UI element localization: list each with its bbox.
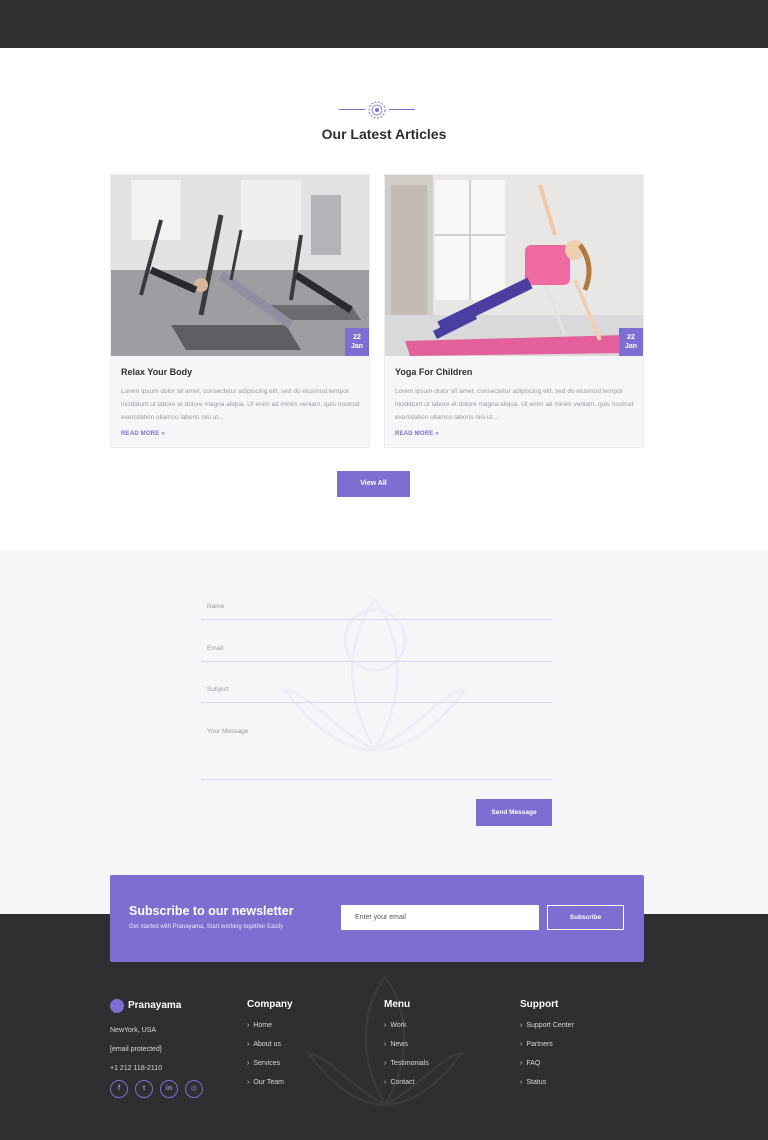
footer-link[interactable]: › About us bbox=[247, 1041, 367, 1060]
chevron-right-icon: › bbox=[520, 1041, 523, 1048]
chevron-right-icon: › bbox=[384, 1022, 387, 1029]
footer-column-title: Menu bbox=[384, 999, 411, 1010]
email-placeholder: Email bbox=[207, 645, 224, 652]
section-title: Our Latest Articles bbox=[321, 126, 447, 142]
article-title[interactable]: Relax Your Body bbox=[121, 367, 192, 377]
footer-column-support: Support › Support Center › Partners › FAQ ›… bbox=[520, 999, 640, 1098]
brand-name: Pranayama bbox=[128, 1000, 182, 1011]
date-day: 22 bbox=[353, 334, 361, 341]
ornament-line-left bbox=[339, 109, 365, 110]
footer-link[interactable]: › Home bbox=[247, 1022, 367, 1041]
linkedin-icon[interactable]: in bbox=[160, 1080, 178, 1098]
article-excerpt: Lorem ipsum dolor sit amet, consectetur … bbox=[395, 388, 634, 421]
send-message-button[interactable]: Send Message bbox=[476, 799, 552, 826]
subject-field[interactable]: Subject bbox=[201, 686, 552, 703]
date-day: 22 bbox=[627, 334, 635, 341]
subscribe-button[interactable]: Subscribe bbox=[547, 905, 624, 930]
footer-column-title: Support bbox=[520, 999, 559, 1010]
chevron-right-icon: › bbox=[247, 1022, 250, 1029]
article-card: 22 Jan Relax Your Body Lorem ipsum dolor… bbox=[110, 174, 370, 448]
chevron-right-icon: › bbox=[247, 1041, 250, 1048]
footer-link[interactable]: › Testimonials bbox=[384, 1060, 504, 1079]
footer-email[interactable]: [email protected] bbox=[110, 1046, 162, 1053]
chevron-right-icon: › bbox=[384, 1060, 387, 1067]
lotus-logo-icon bbox=[110, 999, 124, 1013]
footer-link[interactable]: › Services bbox=[247, 1060, 367, 1079]
date-month: Jan bbox=[350, 343, 364, 350]
chevron-right-icon: › bbox=[520, 1079, 523, 1086]
footer-link[interactable]: › Status bbox=[520, 1079, 640, 1098]
article-excerpt: Lorem ipsum dolor sit amet, consectetur … bbox=[121, 388, 360, 421]
facebook-icon[interactable]: f bbox=[110, 1080, 128, 1098]
footer-link[interactable]: › Work bbox=[384, 1022, 504, 1041]
date-month: Jan bbox=[624, 343, 638, 350]
article-title[interactable]: Yoga For Children bbox=[395, 367, 472, 377]
subject-placeholder: Subject bbox=[207, 686, 229, 693]
heading-ornament bbox=[339, 99, 415, 121]
newsletter-email-input[interactable]: Enter your email bbox=[341, 905, 539, 930]
message-placeholder: Your Message bbox=[207, 728, 249, 735]
name-field[interactable]: Name bbox=[201, 603, 552, 620]
article-card: 22 Jan Yoga For Children Lorem ipsum dol… bbox=[384, 174, 644, 448]
view-all-button[interactable]: View All bbox=[337, 471, 410, 497]
newsletter-banner: Subscribe to our newsletter Get started … bbox=[110, 875, 644, 962]
twitter-icon[interactable]: t bbox=[135, 1080, 153, 1098]
top-navigation-bar bbox=[0, 0, 768, 48]
date-badge: 22 Jan bbox=[345, 328, 369, 356]
chevron-right-icon: › bbox=[520, 1060, 523, 1067]
article-photo-yoga-class[interactable] bbox=[111, 175, 369, 356]
newsletter-subtitle: Get started with Pranayama, Start workin… bbox=[129, 924, 284, 930]
chevron-right-icon: › bbox=[520, 1022, 523, 1029]
footer-link[interactable]: › Our Team bbox=[247, 1079, 367, 1098]
newsletter-title: Subscribe to our newsletter bbox=[129, 904, 294, 918]
footer-column-company: Company › Home › About us › Services › Our T… bbox=[247, 999, 367, 1098]
footer-link[interactable]: › FAQ bbox=[520, 1060, 640, 1079]
chevron-right-icon: › bbox=[384, 1079, 387, 1086]
mandala-icon bbox=[368, 101, 386, 119]
article-photo-child-yoga[interactable] bbox=[385, 175, 643, 356]
chevron-right-icon: › bbox=[247, 1079, 250, 1086]
footer-link[interactable]: › Partners bbox=[520, 1041, 640, 1060]
date-badge: 22 Jan bbox=[619, 328, 643, 356]
read-more-link[interactable]: READ MORE » bbox=[395, 431, 439, 437]
email-field[interactable]: Email bbox=[201, 645, 552, 662]
footer-link[interactable]: › Support Center bbox=[520, 1022, 640, 1041]
footer-column-title: Company bbox=[247, 999, 293, 1010]
chevron-right-icon: › bbox=[384, 1041, 387, 1048]
footer-location: NewYork, USA bbox=[110, 1027, 157, 1034]
footer-phone: +1 212 118-2110 bbox=[110, 1065, 163, 1072]
name-placeholder: Name bbox=[207, 603, 225, 610]
footer-link[interactable]: › Contact bbox=[384, 1079, 504, 1098]
message-field[interactable]: Your Message bbox=[201, 728, 552, 780]
read-more-link[interactable]: READ MORE » bbox=[121, 431, 165, 437]
chevron-right-icon: › bbox=[247, 1060, 250, 1067]
ornament-line-right bbox=[389, 109, 415, 110]
footer-column-menu: Menu › Work › News › Testimonials › Contact bbox=[384, 999, 504, 1098]
footer-link[interactable]: › News bbox=[384, 1041, 504, 1060]
dribbble-icon[interactable]: ◎ bbox=[185, 1080, 203, 1098]
